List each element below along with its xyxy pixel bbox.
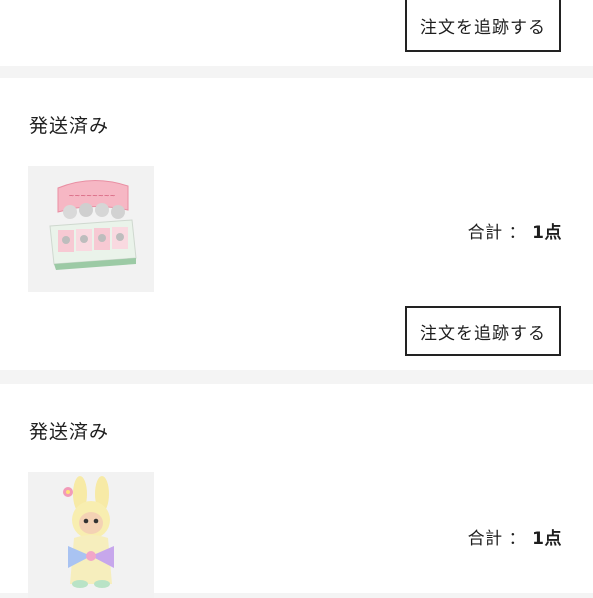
total-value: 1点 [532,223,562,243]
total-label: 合計 [467,529,503,549]
order-total: 合計： 1点 [468,218,562,243]
svg-text:~~~~~~~~: ~~~~~~~~ [69,192,116,200]
track-order-button[interactable]: 注文を追跡する [405,0,561,52]
order-status: 発送済み [29,421,110,443]
total-separator: ： [508,529,527,549]
order-card: 発送済み ~~~~~~~~ 合計： 1点 注文を追跡する [0,78,593,370]
total-separator: ： [508,223,527,243]
total-value: 1点 [532,529,562,549]
product-image[interactable] [28,472,154,598]
track-order-button[interactable]: 注文を追跡する [405,306,561,356]
order-total: 合計： 1点 [468,524,562,549]
total-label: 合計 [467,223,503,243]
bunny-doll-image [28,472,154,598]
order-status: 発送済み [29,115,110,137]
product-image[interactable]: ~~~~~~~~ [28,166,154,292]
order-card: 注文を追跡する [0,0,593,66]
blind-box-display-image: ~~~~~~~~ [28,166,154,292]
order-card: 発送済み 合計： 1点 [0,384,593,598]
